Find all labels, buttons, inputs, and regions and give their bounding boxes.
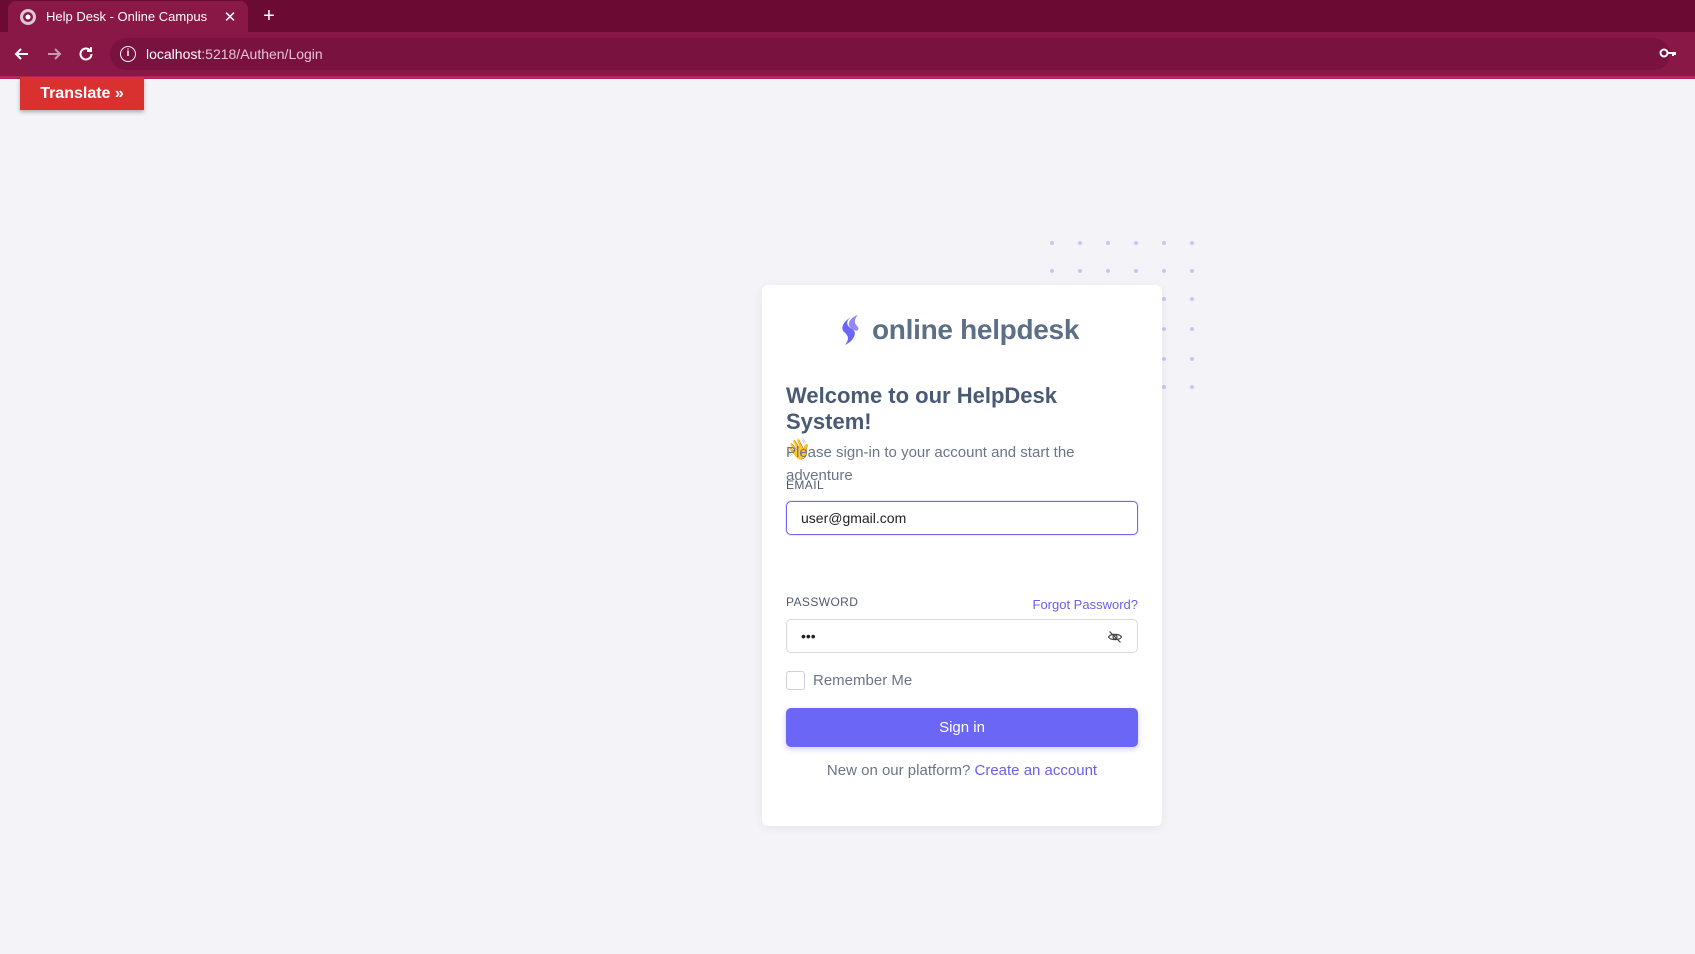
sign-in-button[interactable]: Sign in <box>786 708 1138 747</box>
translate-button[interactable]: Translate » <box>20 77 144 110</box>
remember-me-label: Remember Me <box>813 672 913 689</box>
email-field[interactable]: user@gmail.com <box>786 501 1138 535</box>
forward-icon[interactable] <box>42 42 66 66</box>
browser-toolbar: i localhost:5218/Authen/Login <box>0 32 1695 79</box>
url-host: localhost <box>146 46 202 62</box>
register-prompt-text: New on our platform? <box>826 762 971 779</box>
tab-title: Help Desk - Online Campus <box>46 9 208 24</box>
back-icon[interactable] <box>10 42 34 66</box>
browser-tab-bar: Help Desk - Online Campus ✕ + <box>0 0 1695 32</box>
remember-me: Remember Me <box>786 671 912 690</box>
reload-icon[interactable] <box>74 42 98 66</box>
tab-close-icon[interactable]: ✕ <box>220 8 240 26</box>
password-value: ••• <box>801 628 816 644</box>
welcome-text: Welcome to our HelpDesk System! <box>786 383 1057 434</box>
toggle-password-visibility-icon[interactable] <box>1107 629 1123 645</box>
welcome-subtitle: Please sign-in to your account and start… <box>786 444 1075 484</box>
email-label: EMAIL <box>786 478 825 492</box>
url-path: :5218/Authen/Login <box>201 46 323 62</box>
password-key-icon[interactable] <box>1659 44 1677 62</box>
login-card: online helpdesk Welcome to our HelpDesk … <box>762 285 1162 826</box>
brand-logo-icon <box>842 315 859 345</box>
browser-tab[interactable]: Help Desk - Online Campus ✕ <box>8 1 248 32</box>
email-value: user@gmail.com <box>801 510 907 526</box>
password-field[interactable]: ••• <box>786 619 1138 653</box>
site-favicon-icon <box>20 8 36 25</box>
new-tab-icon[interactable]: + <box>258 5 280 27</box>
forgot-password-link[interactable]: Forgot Password? <box>1033 597 1139 612</box>
password-label: PASSWORD <box>786 595 859 609</box>
brand: online helpdesk <box>840 313 1079 347</box>
address-bar[interactable]: i localhost:5218/Authen/Login <box>110 38 1670 70</box>
site-info-icon[interactable]: i <box>120 46 136 62</box>
brand-name: online helpdesk <box>872 314 1080 345</box>
remember-me-checkbox[interactable] <box>786 671 805 690</box>
create-account-link[interactable]: Create an account <box>975 762 1098 779</box>
register-prompt: New on our platform? Create an account <box>762 762 1162 779</box>
